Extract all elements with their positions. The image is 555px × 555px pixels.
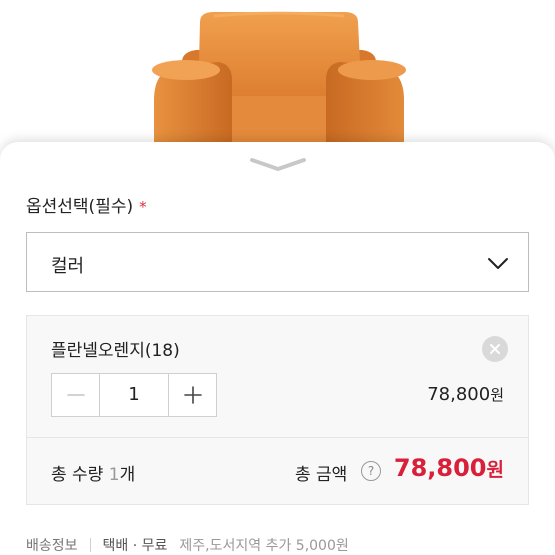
divider <box>89 538 91 552</box>
quantity-decrease-button[interactable] <box>52 374 100 416</box>
order-summary-bar: 총 수량 1개 총 금액 ? 78,800원 <box>26 437 529 505</box>
option-price: 78,800원 <box>427 384 504 405</box>
selected-option-name: 플란넬오렌지(18) <box>51 341 180 361</box>
product-image <box>0 0 555 160</box>
close-icon <box>490 344 500 354</box>
quantity-increase-button[interactable] <box>168 374 216 416</box>
total-quantity-prefix: 총 수량 <box>51 465 109 485</box>
quantity-value[interactable]: 1 <box>100 374 168 416</box>
option-price-value: 78,800 <box>427 384 491 405</box>
select-value: 컬러 <box>51 256 85 277</box>
total-amount-currency: 원 <box>486 459 504 481</box>
minus-icon <box>67 394 85 396</box>
color-select-dropdown[interactable]: 컬러 <box>26 232 529 292</box>
shipping-method: 택배 · 무료 <box>102 538 168 554</box>
chevron-down-icon[interactable] <box>248 156 308 172</box>
armchair-illustration <box>152 11 406 150</box>
option-price-currency: 원 <box>490 386 504 404</box>
help-icon[interactable]: ? <box>361 461 381 481</box>
total-amount: 78,800원 <box>394 454 504 482</box>
chevron-down-icon <box>488 258 508 269</box>
total-quantity-count: 1 <box>108 465 120 485</box>
option-bottom-sheet: 옵션선택(필수) * 컬러 플란넬오렌지(18) 1 78,800원 총 수량 … <box>0 142 555 555</box>
selected-option-item: 플란넬오렌지(18) 1 78,800원 <box>26 315 529 437</box>
total-amount-label: 총 금액 <box>295 465 348 485</box>
total-amount-value: 78,800 <box>393 454 487 482</box>
shipping-extra-fee: 제주,도서지역 추가 5,000원 <box>179 538 349 554</box>
required-mark: * <box>139 198 147 216</box>
remove-option-button[interactable] <box>482 336 508 362</box>
quantity-stepper: 1 <box>51 373 217 417</box>
option-select-label-text: 옵션선택(필수) <box>26 197 134 217</box>
total-quantity: 총 수량 1개 <box>51 460 135 485</box>
plus-icon <box>184 386 202 404</box>
total-quantity-suffix: 개 <box>119 465 136 485</box>
shipping-info: 배송정보 택배 · 무료 제주,도서지역 추가 5,000원 <box>26 535 349 555</box>
shipping-label: 배송정보 <box>26 538 78 554</box>
option-select-label: 옵션선택(필수) * <box>26 192 147 217</box>
